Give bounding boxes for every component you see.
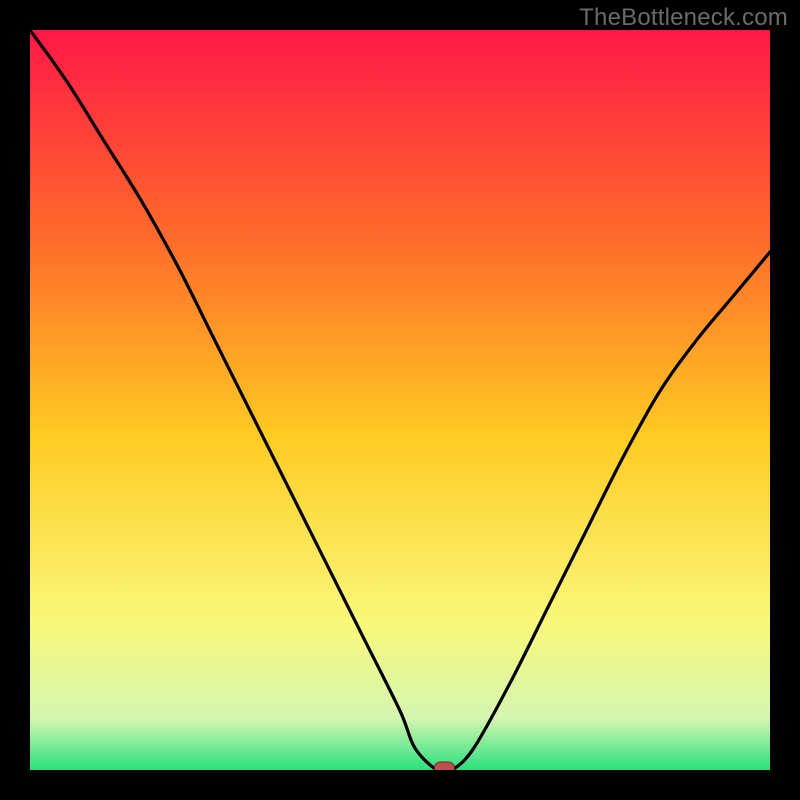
gradient-background: [30, 30, 770, 770]
bottleneck-chart: [30, 30, 770, 770]
watermark-text: TheBottleneck.com: [579, 4, 788, 32]
plot-area: [30, 30, 770, 770]
optimal-marker: [434, 762, 454, 770]
chart-frame: TheBottleneck.com: [0, 0, 800, 800]
